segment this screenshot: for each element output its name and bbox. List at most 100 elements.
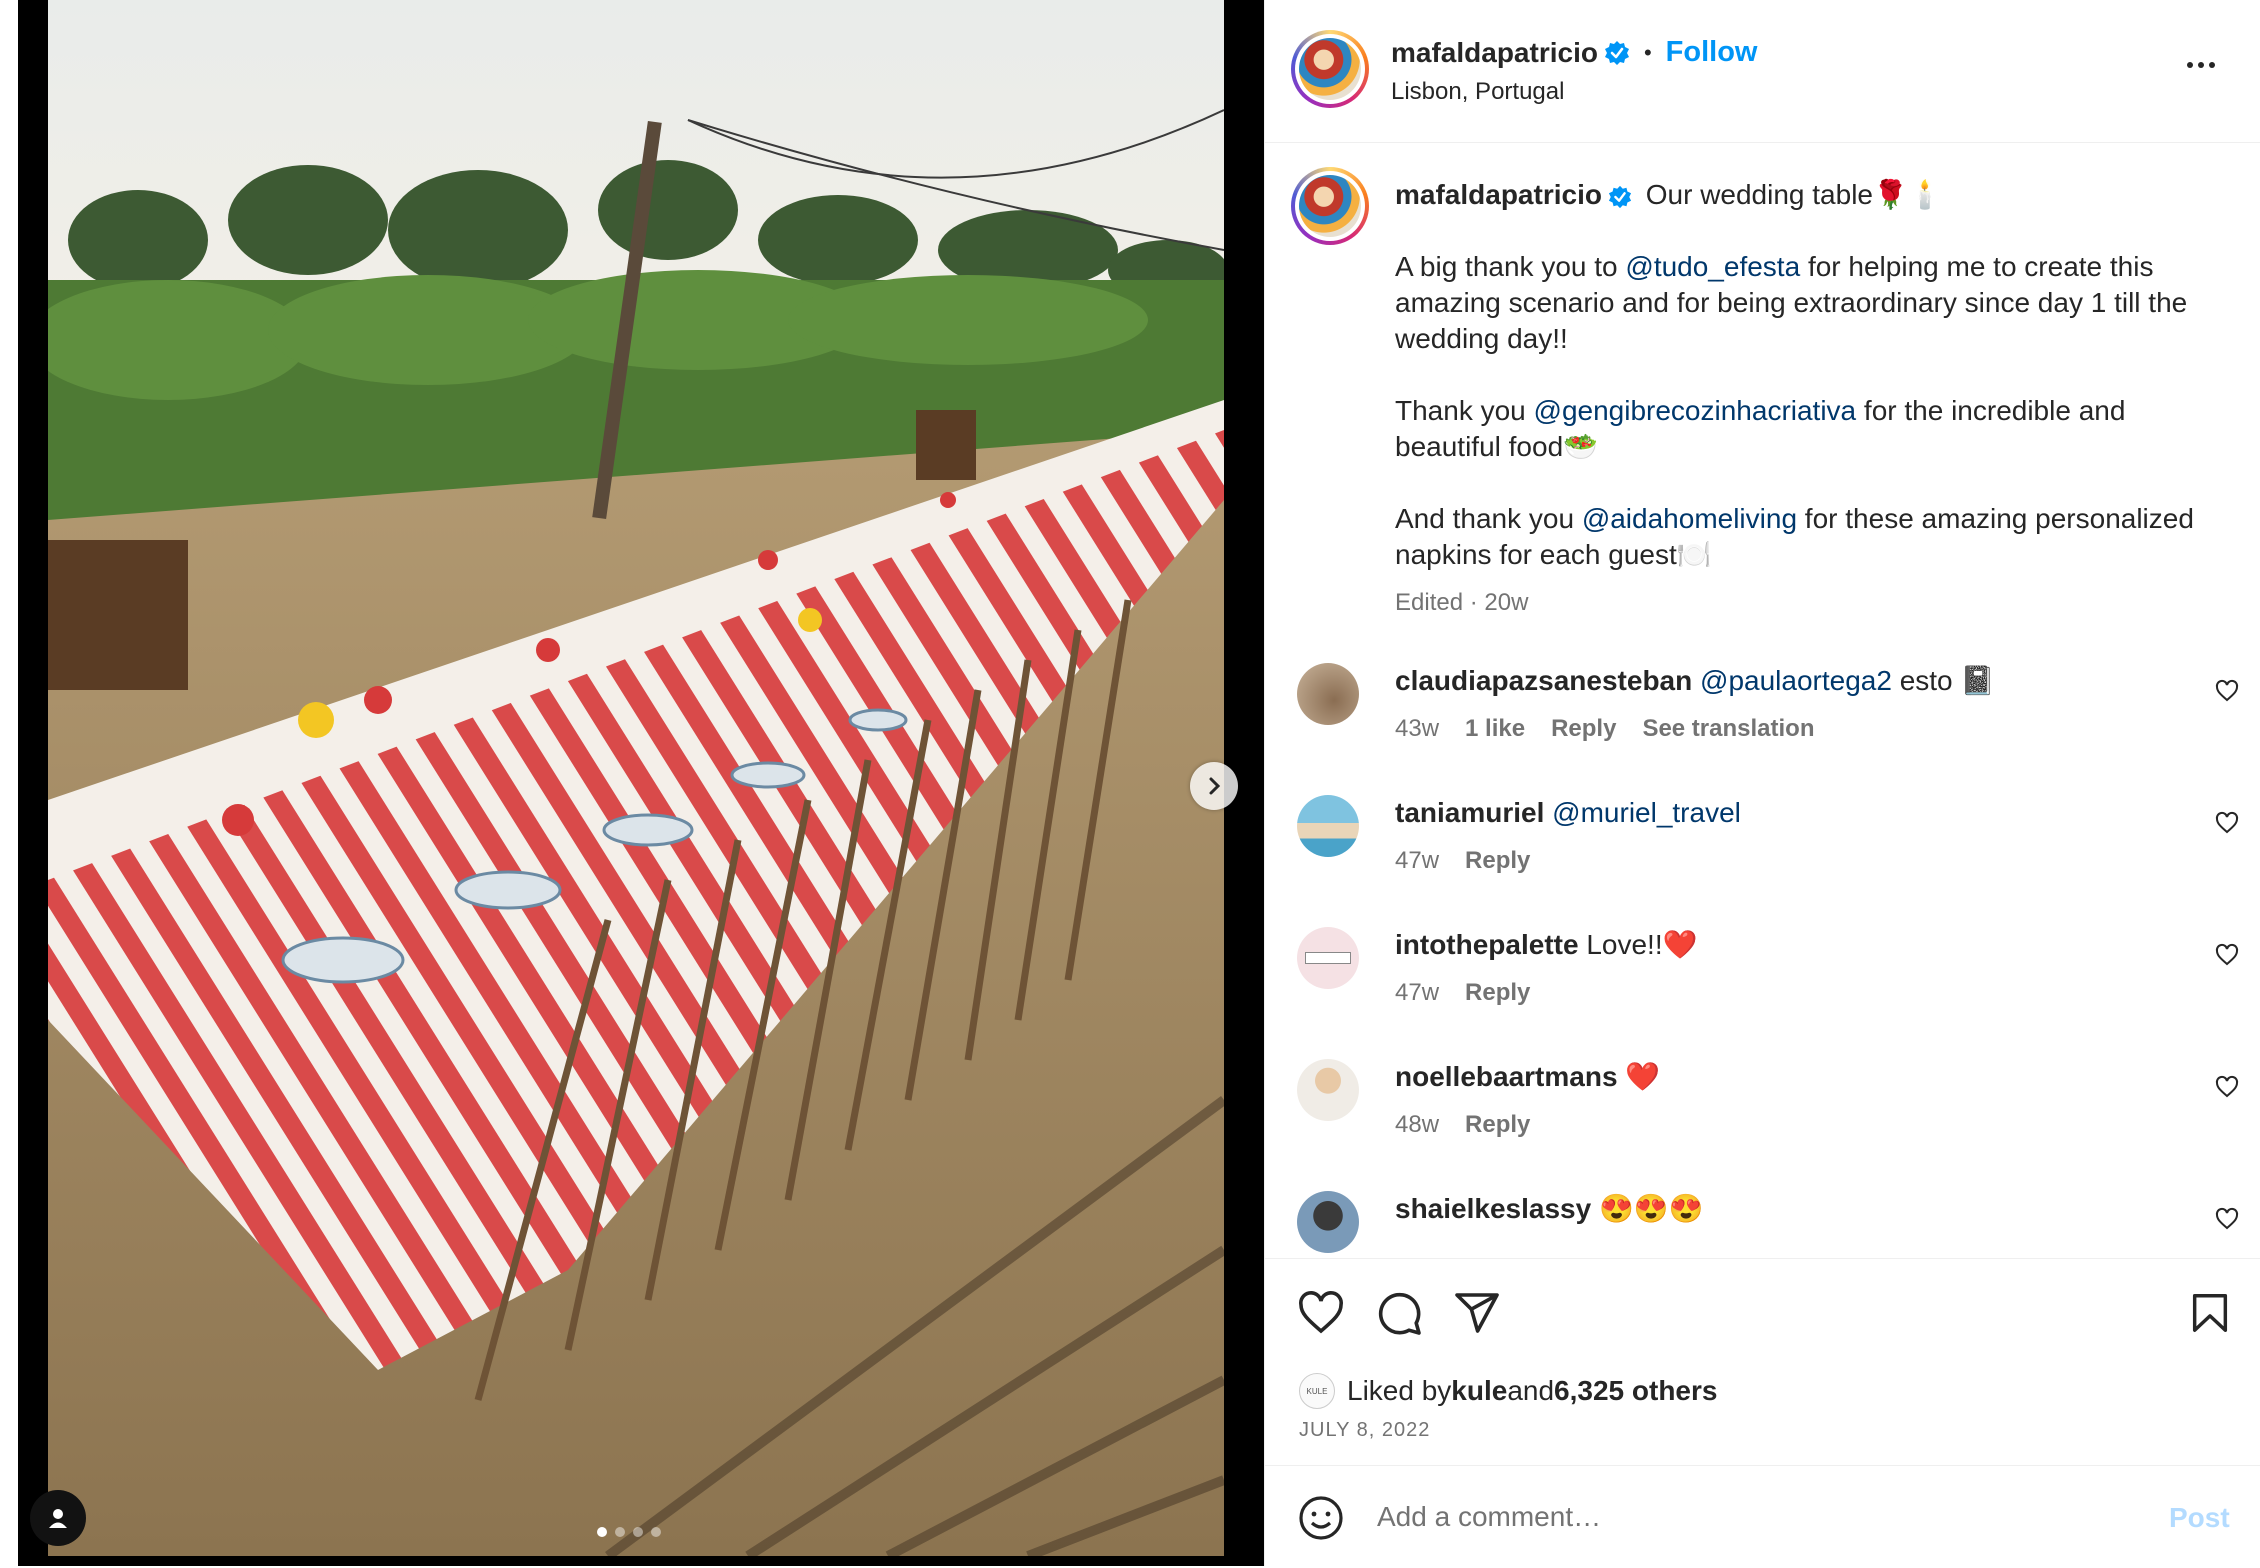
comment-meta: 48w Reply bbox=[1395, 1111, 1530, 1139]
comment-text: Love!!❤️ bbox=[1586, 929, 1698, 960]
caption-title: Our wedding table🌹🕯️ bbox=[1645, 179, 1943, 210]
likes-middle: and bbox=[1507, 1375, 1555, 1406]
next-arrow-button[interactable] bbox=[1190, 762, 1238, 810]
reply-button[interactable]: Reply bbox=[1465, 979, 1530, 1007]
comment-text-line: intothepalette Love!!❤️ bbox=[1395, 927, 1697, 963]
author-avatar[interactable] bbox=[1291, 30, 1369, 108]
heart-icon[interactable] bbox=[2215, 811, 2239, 835]
comment-item: intothepalette Love!!❤️ 47w Reply bbox=[1265, 927, 2260, 1059]
post-header: mafaldapatricio • Follow Lisbon, Portuga… bbox=[1265, 0, 2260, 143]
carousel-dot bbox=[651, 1527, 661, 1537]
comment-meta: 43w 1 like Reply See translation bbox=[1395, 715, 1815, 743]
heart-icon[interactable] bbox=[2215, 1207, 2239, 1231]
header-user-row: mafaldapatricio • Follow bbox=[1391, 36, 1757, 69]
user-tag-icon bbox=[49, 1509, 67, 1528]
commenter-username[interactable]: taniamuriel bbox=[1395, 797, 1544, 828]
commenter-username[interactable]: shaielkeslassy bbox=[1395, 1193, 1591, 1224]
author-username[interactable]: mafaldapatricio bbox=[1391, 37, 1598, 69]
comment-item: shaielkeslassy 😍😍😍 bbox=[1265, 1191, 2260, 1256]
comment-text-line: noellebaartmans ❤️ bbox=[1395, 1059, 1660, 1095]
carousel-indicator bbox=[597, 1527, 661, 1537]
commenter-username[interactable]: intothepalette bbox=[1395, 929, 1579, 960]
commenter-avatar[interactable] bbox=[1297, 663, 1359, 725]
heart-icon[interactable] bbox=[2215, 943, 2239, 967]
caption-title-line: mafaldapatricio Our wedding table🌹🕯️ bbox=[1395, 177, 2225, 213]
commenter-avatar[interactable] bbox=[1297, 927, 1359, 989]
caption-text: A big thank you to bbox=[1395, 251, 1626, 282]
carousel-dot bbox=[597, 1527, 607, 1537]
mention-link[interactable]: @paulaortega2 bbox=[1700, 665, 1892, 696]
follow-button[interactable]: Follow bbox=[1666, 36, 1758, 69]
post-actions: KULE Liked by kule and 6,325 others JULY… bbox=[1265, 1258, 2260, 1567]
comment-item: taniamuriel @muriel_travel 47w Reply bbox=[1265, 795, 2260, 927]
caption-avatar[interactable] bbox=[1291, 167, 1369, 245]
comment-text: esto 📓 bbox=[1891, 665, 1996, 696]
caption-username[interactable]: mafaldapatricio bbox=[1395, 179, 1602, 210]
comment-input[interactable] bbox=[1375, 1490, 2079, 1544]
caption-paragraph: And thank you @aidahomeliving for these … bbox=[1395, 501, 2225, 573]
post-location[interactable]: Lisbon, Portugal bbox=[1391, 78, 1564, 106]
heart-icon[interactable] bbox=[2215, 1075, 2239, 1099]
likes-others-link[interactable]: 6,325 others bbox=[1554, 1375, 1717, 1407]
comment-text-line: shaielkeslassy 😍😍😍 bbox=[1395, 1191, 1704, 1227]
liker-avatar[interactable]: KULE bbox=[1299, 1373, 1335, 1409]
user-tag-button[interactable] bbox=[30, 1490, 86, 1546]
comment-text: ❤️ bbox=[1625, 1061, 1661, 1092]
comment-meta: 47w Reply bbox=[1395, 979, 1530, 1007]
verified-badge-icon bbox=[1604, 40, 1629, 65]
caption-text: Thank you bbox=[1395, 395, 1534, 426]
next-arrow-icon bbox=[1209, 777, 1221, 795]
caption-paragraph: A big thank you to @tudo_efesta for help… bbox=[1395, 249, 2225, 357]
comment-time: 43w bbox=[1395, 715, 1440, 742]
commenter-avatar[interactable] bbox=[1297, 1059, 1359, 1121]
reply-button[interactable]: Reply bbox=[1465, 1111, 1530, 1139]
caption-text: And thank you bbox=[1395, 503, 1582, 534]
commenter-avatar[interactable] bbox=[1297, 795, 1359, 857]
comment-time: 47w bbox=[1395, 847, 1440, 874]
heart-icon[interactable] bbox=[2215, 679, 2239, 703]
commenter-avatar[interactable] bbox=[1297, 1191, 1359, 1253]
comment-icon[interactable] bbox=[1375, 1289, 1423, 1337]
comment-meta: 47w Reply bbox=[1395, 847, 1530, 875]
separator-dot: • bbox=[1643, 39, 1652, 65]
add-comment-box: Post bbox=[1265, 1465, 2260, 1568]
reply-button[interactable]: Reply bbox=[1465, 847, 1530, 875]
carousel-dot bbox=[615, 1527, 625, 1537]
post-side-panel: mafaldapatricio • Follow Lisbon, Portuga… bbox=[1264, 0, 2260, 1566]
see-translation-button[interactable]: See translation bbox=[1642, 715, 1814, 743]
comment-item: claudiapazsanesteban @paulaortega2 esto … bbox=[1265, 663, 2260, 795]
comment-likes[interactable]: 1 like bbox=[1465, 715, 1525, 743]
likes-summary: KULE Liked by kule and 6,325 others bbox=[1299, 1373, 1717, 1409]
heart-icon[interactable] bbox=[1297, 1289, 1345, 1337]
likes-prefix: Liked by bbox=[1347, 1375, 1452, 1406]
comments-list[interactable]: mafaldapatricio Our wedding table🌹🕯️ A b… bbox=[1265, 143, 2260, 1256]
mention-link[interactable]: @tudo_efesta bbox=[1625, 251, 1800, 282]
commenter-username[interactable]: noellebaartmans bbox=[1395, 1061, 1618, 1092]
liker-username[interactable]: kule bbox=[1451, 1375, 1507, 1407]
page-margin bbox=[0, 0, 18, 1566]
emoji-icon[interactable] bbox=[1297, 1494, 1345, 1542]
more-options-icon[interactable] bbox=[2187, 62, 2215, 68]
vineyard-table-illustration bbox=[48, 0, 1224, 1556]
share-icon[interactable] bbox=[1453, 1289, 1501, 1337]
comment-time: 47w bbox=[1395, 979, 1440, 1006]
reply-button[interactable]: Reply bbox=[1551, 715, 1616, 743]
comment-time: 48w bbox=[1395, 1111, 1440, 1138]
verified-badge-icon bbox=[1608, 185, 1632, 208]
post-photo bbox=[48, 0, 1224, 1556]
post-date[interactable]: JULY 8, 2022 bbox=[1299, 1419, 1430, 1442]
caption-paragraph: Thank you @gengibrecozinhacriativa for t… bbox=[1395, 393, 2225, 465]
bookmark-icon[interactable] bbox=[2187, 1289, 2233, 1337]
comment-text: 😍😍😍 bbox=[1598, 1193, 1704, 1224]
comment-item: noellebaartmans ❤️ 48w Reply bbox=[1265, 1059, 2260, 1191]
commenter-username[interactable]: claudiapazsanesteban bbox=[1395, 665, 1692, 696]
mention-link[interactable]: @aidahomeliving bbox=[1582, 503, 1797, 534]
carousel-dot bbox=[633, 1527, 643, 1537]
mention-link[interactable]: @muriel_travel bbox=[1552, 797, 1741, 828]
caption-meta: Edited · 20w bbox=[1395, 589, 1529, 616]
mention-link[interactable]: @gengibrecozinhacriativa bbox=[1534, 395, 1857, 426]
post-media[interactable] bbox=[0, 0, 1264, 1566]
comment-text-line: taniamuriel @muriel_travel bbox=[1395, 795, 1741, 831]
post-comment-button[interactable]: Post bbox=[2169, 1502, 2230, 1534]
comment-text-line: claudiapazsanesteban @paulaortega2 esto … bbox=[1395, 663, 1995, 699]
